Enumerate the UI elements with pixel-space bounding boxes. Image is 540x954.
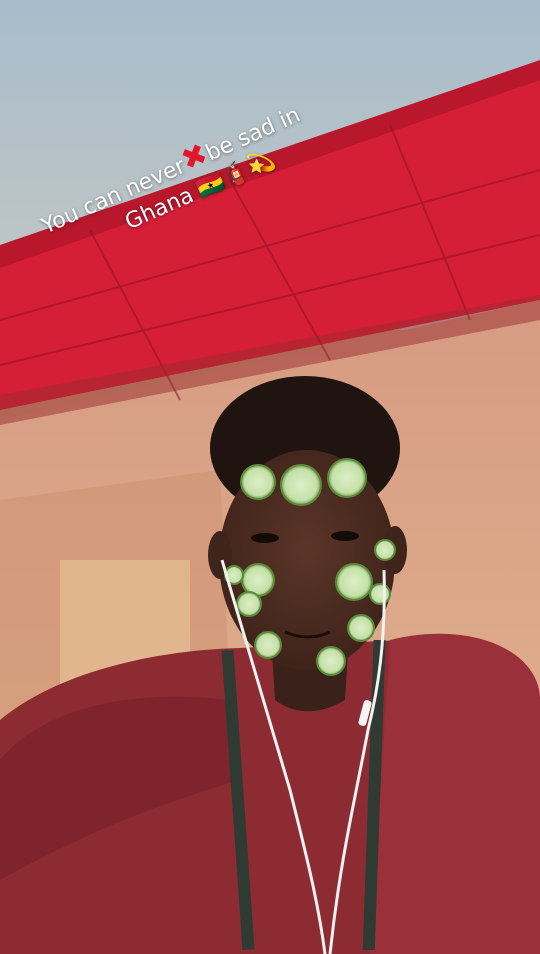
cucumber-slice xyxy=(280,464,322,506)
cucumber-slice xyxy=(316,646,346,676)
cucumber-slice xyxy=(335,563,373,601)
left-eye xyxy=(251,533,279,543)
right-arm xyxy=(370,633,540,954)
cucumber-slice xyxy=(369,583,391,605)
cucumber-slice xyxy=(254,631,282,659)
right-eye xyxy=(331,531,359,541)
cucumber-slice xyxy=(240,464,276,500)
cucumber-slice xyxy=(236,591,262,617)
cucumber-slice xyxy=(374,539,396,561)
cucumber-slice xyxy=(327,458,367,498)
cucumber-slice xyxy=(347,614,375,642)
